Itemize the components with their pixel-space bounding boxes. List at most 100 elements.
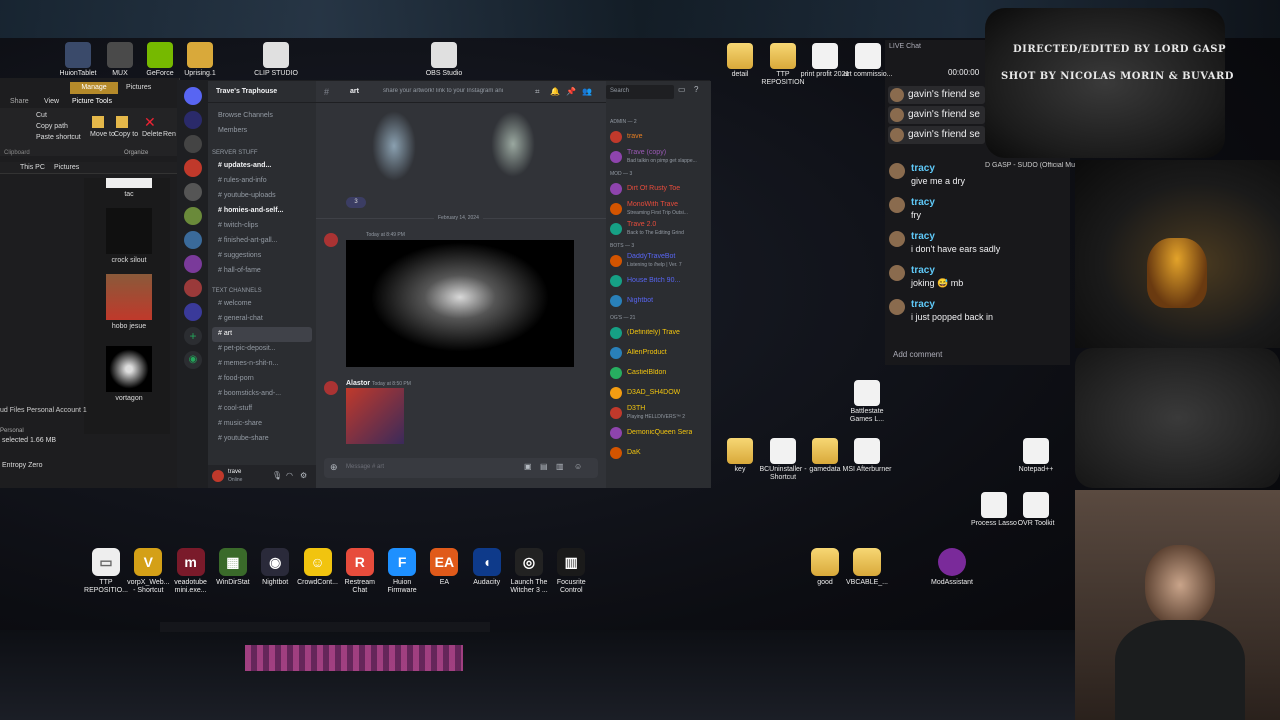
member-item[interactable]: AllenProduct	[606, 343, 711, 363]
chat-message[interactable]: tracy i just popped back in	[889, 299, 1069, 329]
channel-youtube-uploads[interactable]: # youtube-uploads	[208, 189, 316, 204]
wolf-artwork-image[interactable]	[346, 240, 574, 367]
app-icon-huion-firmware[interactable]: F Huion Firmware	[380, 548, 424, 595]
channel-food-porn[interactable]: # food-porn	[208, 372, 316, 387]
member-item[interactable]: CastielBldon	[606, 363, 711, 383]
gift-icon[interactable]: ▣	[524, 462, 532, 471]
thumb-crock-silout[interactable]: crock silout	[104, 208, 154, 264]
app-icon-modassistant[interactable]: ModAssistant	[930, 548, 974, 587]
headphones-icon[interactable]: ◠	[286, 471, 293, 480]
ribbon-view[interactable]: View	[44, 98, 59, 105]
tab-pictures[interactable]: Pictures	[126, 84, 151, 91]
member-item[interactable]: D3AD_SH4DOW	[606, 383, 711, 403]
message-avatar[interactable]	[324, 233, 338, 247]
member-item[interactable]: DaK	[606, 443, 711, 463]
help-icon[interactable]: ?	[694, 85, 698, 94]
member-item[interactable]: Nightbot	[606, 291, 711, 311]
chat-message[interactable]: tracy i don't have ears sadly	[889, 231, 1069, 261]
category-text-channels[interactable]: TEXT CHANNELS	[208, 283, 316, 297]
desktop-icon-notepad[interactable]: Notepad++	[1008, 438, 1064, 474]
member-list-icon[interactable]: 👥	[582, 87, 592, 96]
channel-cool-stuff[interactable]: # cool-stuff	[208, 402, 316, 417]
gif-icon[interactable]: ▤	[540, 462, 548, 471]
threads-icon[interactable]: ⌗	[535, 87, 540, 97]
server-icon[interactable]	[184, 303, 202, 321]
attach-plus-icon[interactable]: ⊕	[330, 462, 338, 473]
member-item[interactable]: D3TH Playing HELLDIVERS™ 2	[606, 403, 711, 423]
desktop-icon-battlestate-games-l[interactable]: Battlestate Games L...	[839, 380, 895, 424]
member-item[interactable]: Trave (copy) Bad talkin on pimp get slapp…	[606, 147, 711, 167]
channel-finished-art-gall[interactable]: # finished-art-gall...	[208, 234, 316, 249]
server-name[interactable]: Trave's Traphouse	[208, 81, 316, 103]
user-avatar[interactable]	[212, 470, 224, 482]
thumb-hobo-jesue[interactable]: hobo jesue	[104, 274, 154, 330]
thumb-vortagon[interactable]: vortagon	[104, 346, 154, 402]
app-icon-ea[interactable]: EA EA	[422, 548, 466, 587]
chat-message[interactable]: tracy fry	[889, 197, 1069, 227]
sidebar-personal[interactable]: Personal	[0, 428, 24, 434]
chat-message-gavins-friend[interactable]: gavin's friend se	[888, 126, 985, 144]
channel-youtube-share[interactable]: # youtube-share	[208, 432, 316, 447]
chat-username[interactable]: tracy	[911, 299, 935, 310]
member-item[interactable]: Dirt Of Rusty Toe	[606, 179, 711, 199]
category-server-stuff[interactable]: SERVER STUFF	[208, 145, 316, 159]
channel-boomsticks-and[interactable]: # boomsticks-and-...	[208, 387, 316, 402]
member-item[interactable]: DemonicQueen Sera	[606, 423, 711, 443]
figure-image-2[interactable]	[491, 111, 535, 177]
server-icon[interactable]	[184, 255, 202, 273]
ribbon-share[interactable]: Share	[10, 98, 29, 105]
emoji-icon[interactable]: ☺	[574, 462, 582, 471]
channel-homies-and-self[interactable]: # homies-and-self...	[208, 204, 316, 219]
app-icon-focusrite-control[interactable]: ▥ Focusrite Control	[549, 548, 593, 595]
sidebar-files-item[interactable]: ud Files Personal Account 1	[0, 407, 87, 414]
member-item[interactable]: (Definitely) Trave	[606, 323, 711, 343]
app-icon-launch-the-witcher-3[interactable]: ◎ Launch The Witcher 3 ...	[507, 548, 551, 595]
message-input[interactable]: Message # art	[346, 464, 384, 470]
channel-welcome[interactable]: # welcome	[208, 297, 316, 312]
server-icon[interactable]	[184, 159, 202, 177]
thumb-tac[interactable]: tac	[104, 178, 154, 198]
chat-username[interactable]: tracy	[911, 197, 935, 208]
chat-username[interactable]: tracy	[911, 231, 935, 242]
app-icon-nightbot[interactable]: ◉ Nightbot	[253, 548, 297, 587]
channel-updates-and[interactable]: # updates-and...	[208, 159, 316, 174]
app-icon-audacity[interactable]: ◖ Audacity	[465, 548, 509, 587]
desktop-icon-uprising-1[interactable]: Uprising.1	[172, 42, 228, 78]
channel-rules-and-info[interactable]: # rules-and-info	[208, 174, 316, 189]
sticker-icon[interactable]: ▥	[556, 462, 564, 471]
chat-username[interactable]: tracy	[911, 163, 935, 174]
app-icon-good[interactable]: good	[803, 548, 847, 587]
message-author[interactable]: Alastor	[346, 380, 370, 387]
copy-to-button[interactable]: Copy to	[114, 131, 138, 138]
discord-home-icon[interactable]	[184, 87, 202, 105]
app-icon-veadotube-mini-exe[interactable]: m veadotube mini.exe...	[169, 548, 213, 595]
bell-icon[interactable]: 🔔	[550, 87, 560, 96]
chat-message[interactable]: tracy joking 😅 mb	[889, 265, 1069, 295]
tab-manage[interactable]: Manage	[70, 82, 118, 94]
member-item[interactable]: DaddyTraveBot Listening to /help | Ver. 7	[606, 251, 711, 271]
paste-shortcut-button[interactable]: Paste shortcut	[36, 134, 81, 141]
app-icon-crowdcont[interactable]: ☺ CrowdCont...	[296, 548, 340, 587]
channel-pet-pic-deposit[interactable]: # pet-pic-deposit...	[208, 342, 316, 357]
desktop-icon-obs-studio[interactable]: OBS Studio	[416, 42, 472, 78]
browse-channels[interactable]: Browse Channels	[208, 109, 316, 124]
rename-button[interactable]: Ren	[163, 131, 176, 138]
server-icon[interactable]	[184, 135, 202, 153]
member-item[interactable]: trave	[606, 127, 711, 147]
channel-memes-n-shit-n[interactable]: # memes-n-shit-n...	[208, 357, 316, 372]
alastor-avatar[interactable]	[324, 381, 338, 395]
add-server-icon[interactable]: +	[184, 327, 202, 345]
reaction-chip[interactable]: 3	[346, 197, 366, 208]
member-item[interactable]: House Bitch 90...	[606, 271, 711, 291]
member-item[interactable]: MonoWith Trave Streaming First Trip Outsi…	[606, 199, 711, 219]
desktop-icon-art-commissio[interactable]: art commissio...	[840, 43, 896, 79]
cut-button[interactable]: Cut	[36, 112, 47, 119]
server-icon[interactable]	[184, 231, 202, 249]
channel-art[interactable]: # art	[212, 327, 312, 342]
figure-image-1[interactable]	[372, 111, 416, 181]
server-icon[interactable]	[184, 279, 202, 297]
app-icon-ttp-repositio[interactable]: ▭ TTP REPOSITIO...	[84, 548, 128, 595]
member-item[interactable]: Trave 2.0 Back to The Editing Grind	[606, 219, 711, 239]
app-icon-restream-chat[interactable]: R Restream Chat	[338, 548, 382, 595]
desktop-icon-clip-studio[interactable]: CLIP STUDIO	[248, 42, 304, 78]
